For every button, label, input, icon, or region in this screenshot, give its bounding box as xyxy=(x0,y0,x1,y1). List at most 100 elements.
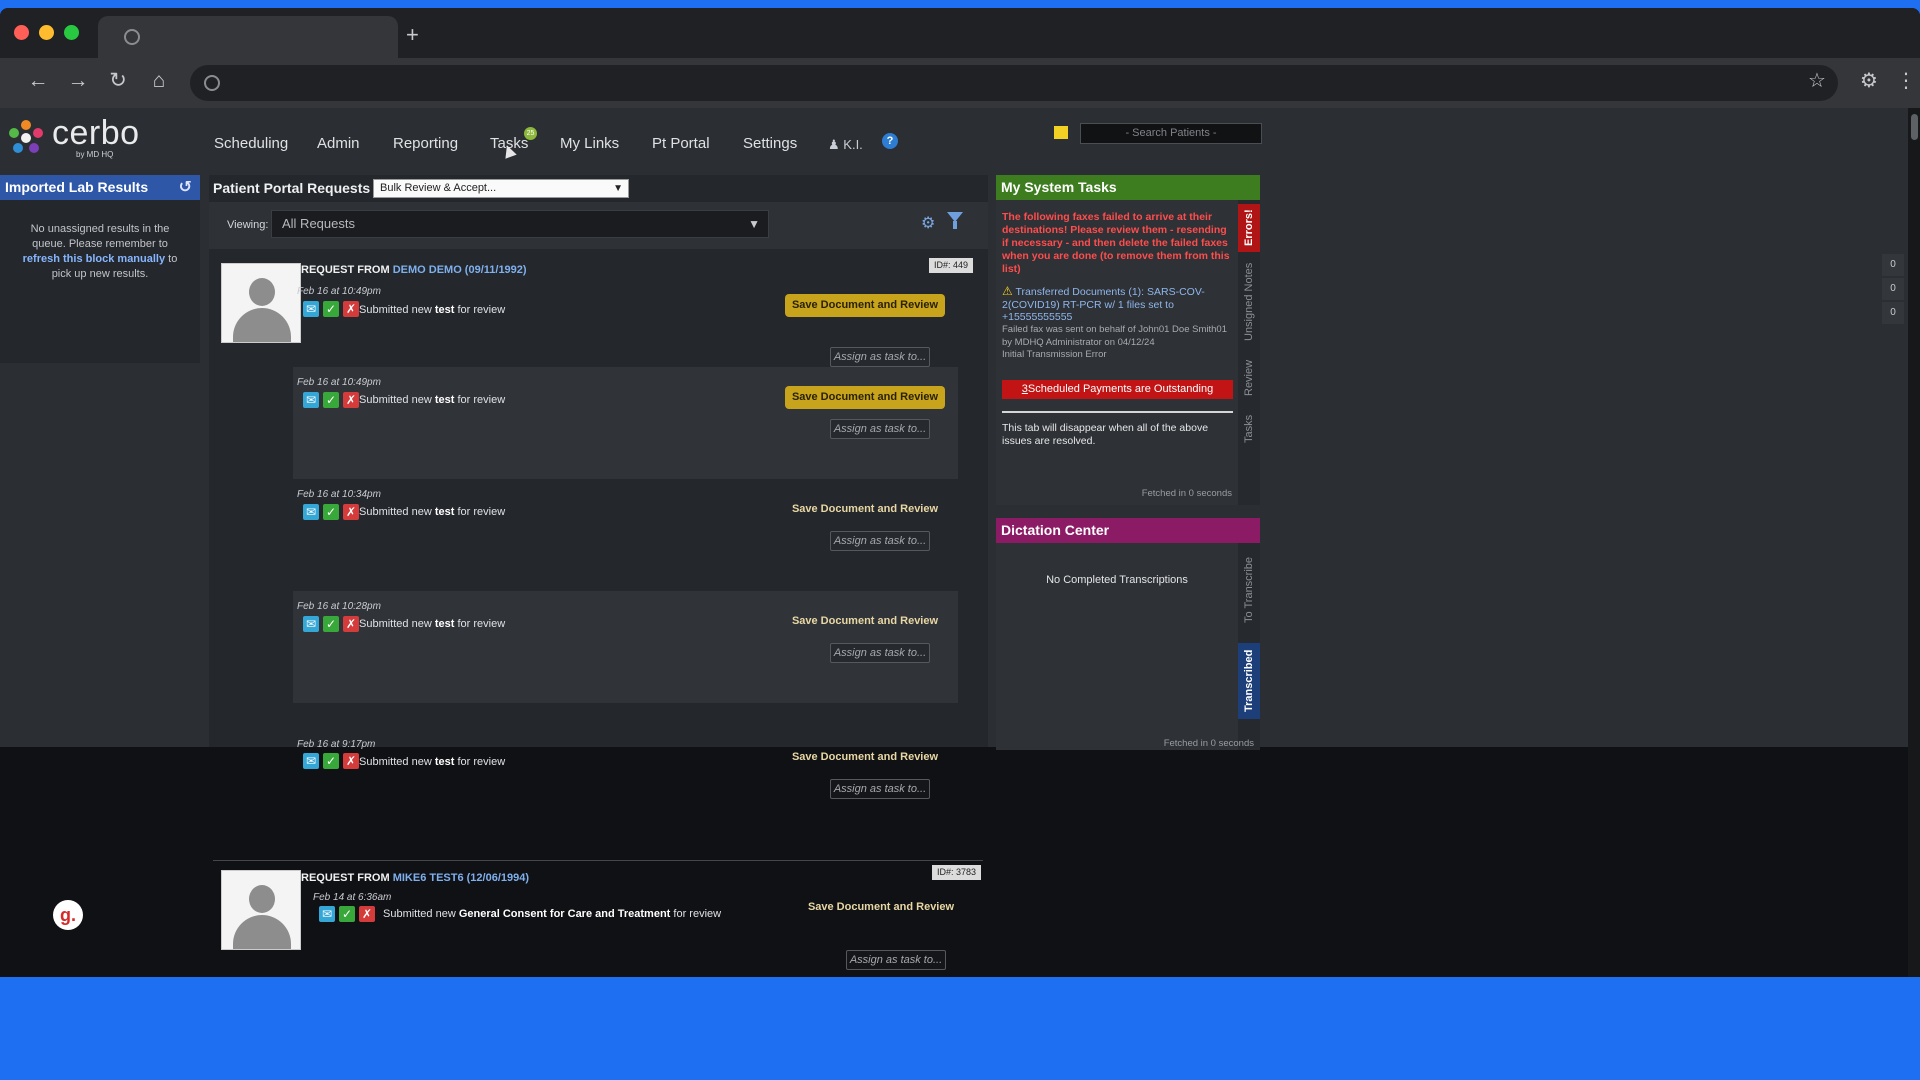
patient-avatar xyxy=(221,263,301,343)
bulk-action-select[interactable]: Bulk Review & Accept... ▼ xyxy=(373,179,629,198)
user-menu[interactable]: ♟ K.I. xyxy=(828,137,863,153)
address-bar[interactable] xyxy=(190,65,1838,101)
accept-icon[interactable]: ✓ xyxy=(323,753,339,769)
cerbo-logo[interactable]: cerbo by MD HQ xyxy=(4,116,144,162)
document-name: test xyxy=(434,304,455,316)
fax-details: Failed fax was sent on behalf of John01 … xyxy=(1002,324,1238,362)
logo-wordmark: cerbo xyxy=(52,114,140,152)
tab-errors[interactable]: Errors! xyxy=(1238,204,1260,252)
home-icon[interactable]: ⌂ xyxy=(146,69,172,93)
counter[interactable]: 0 xyxy=(1882,302,1904,324)
reject-icon[interactable]: ✗ xyxy=(343,301,359,317)
transferred-documents-link[interactable]: ⚠ Transferred Documents (1): SARS-COV-2(… xyxy=(1002,285,1234,324)
nav-admin[interactable]: Admin xyxy=(317,135,360,152)
viewing-filter-bar: Viewing: All Requests ▼ ⚙ xyxy=(209,202,988,249)
help-icon[interactable]: ? xyxy=(882,133,898,149)
tasks-count-badge: 25 xyxy=(524,127,537,140)
chevron-down-icon: ▼ xyxy=(613,183,623,194)
tab-strip: + xyxy=(0,8,1920,58)
tab-transcribed[interactable]: Transcribed xyxy=(1238,643,1260,719)
entry-time: Feb 16 at 10:34pm xyxy=(297,489,381,500)
chevron-down-icon: ▼ xyxy=(748,217,760,231)
assign-task-button[interactable]: Assign as task to... xyxy=(830,347,930,367)
message-icon[interactable]: ✉ xyxy=(303,392,319,408)
counter[interactable]: 0 xyxy=(1882,254,1904,276)
message-icon[interactable]: ✉ xyxy=(303,753,319,769)
reload-icon[interactable]: ↻ xyxy=(105,69,131,93)
nav-scheduling[interactable]: Scheduling xyxy=(214,135,288,152)
extensions-icon[interactable]: ⚙ xyxy=(1860,69,1878,93)
maximize-window-button[interactable] xyxy=(64,25,79,40)
widget-title: My System Tasks xyxy=(996,175,1260,200)
accept-icon[interactable]: ✓ xyxy=(323,504,339,520)
assign-task-button[interactable]: Assign as task to... xyxy=(846,950,946,970)
menu-icon[interactable]: ⋮ xyxy=(1896,69,1916,93)
entry-description: Submitted new General Consent for Care a… xyxy=(383,908,721,920)
logo-flower-icon xyxy=(9,120,43,153)
outstanding-payments-alert[interactable]: 3Scheduled Payments are Outstanding xyxy=(1002,380,1233,399)
accept-icon[interactable]: ✓ xyxy=(323,301,339,317)
nav-settings[interactable]: Settings xyxy=(743,135,797,152)
tab-unsigned-notes[interactable]: Unsigned Notes xyxy=(1238,254,1260,350)
browser-window: + ← → ↻ ⌂ ☆ ⚙ ⋮ cerbo by MD HQ Schedulin… xyxy=(0,8,1920,977)
assign-task-button[interactable]: Assign as task to... xyxy=(830,531,930,551)
g-extension-badge[interactable]: g. xyxy=(53,900,83,930)
tab-to-transcribe[interactable]: To Transcribe xyxy=(1238,545,1260,635)
gear-icon[interactable]: ⚙ xyxy=(921,213,935,233)
new-tab-button[interactable]: + xyxy=(406,24,419,46)
globe-icon xyxy=(204,75,220,91)
fax-detail-line: Initial Transmission Error xyxy=(1002,349,1107,360)
page-scrollbar[interactable] xyxy=(1908,108,1920,977)
save-document-button[interactable]: Save Document and Review xyxy=(785,746,945,769)
save-document-button[interactable]: Save Document and Review xyxy=(801,896,961,919)
request-entry: Feb 16 at 10:49pm ✉ ✓ ✗ Submitted new te… xyxy=(293,367,958,479)
patient-link[interactable]: MIKE6 TEST6 (12/06/1994) xyxy=(393,872,529,884)
nav-pt-portal[interactable]: Pt Portal xyxy=(652,135,710,152)
save-document-button[interactable]: Save Document and Review xyxy=(785,294,945,317)
nav-reporting[interactable]: Reporting xyxy=(393,135,458,152)
message-icon[interactable]: ✉ xyxy=(319,906,335,922)
sticky-note-icon[interactable] xyxy=(1054,126,1068,139)
entry-text-pre: Submitted new xyxy=(359,506,432,518)
save-document-button[interactable]: Save Document and Review xyxy=(785,498,945,521)
document-name: test xyxy=(434,506,455,518)
imported-lab-results-panel: Imported Lab Results ↺ No unassigned res… xyxy=(0,175,200,363)
reject-icon[interactable]: ✗ xyxy=(343,504,359,520)
save-document-button[interactable]: Save Document and Review xyxy=(785,386,945,409)
forward-icon[interactable]: → xyxy=(65,69,91,93)
counter[interactable]: 0 xyxy=(1882,278,1904,300)
patient-avatar xyxy=(221,870,301,950)
reject-icon[interactable]: ✗ xyxy=(343,753,359,769)
reject-icon[interactable]: ✗ xyxy=(343,392,359,408)
request-label: REQUEST FROM xyxy=(301,872,390,884)
search-patients-input[interactable]: - Search Patients - xyxy=(1080,123,1262,144)
tab-tasks[interactable]: Tasks xyxy=(1238,406,1260,452)
message-icon[interactable]: ✉ xyxy=(303,301,319,317)
accept-icon[interactable]: ✓ xyxy=(339,906,355,922)
resolution-note: This tab will disappear when all of the … xyxy=(1002,422,1209,447)
message-icon[interactable]: ✉ xyxy=(303,504,319,520)
tab-review[interactable]: Review xyxy=(1238,352,1260,404)
scrollbar-thumb[interactable] xyxy=(1911,114,1918,140)
request-entry: Feb 16 at 10:49pm ✉ ✓ ✗ Submitted new te… xyxy=(293,253,958,367)
browser-toolbar: ← → ↻ ⌂ ☆ ⚙ ⋮ xyxy=(0,58,1920,108)
viewing-select[interactable]: All Requests ▼ xyxy=(271,210,769,238)
refresh-link[interactable]: refresh this block manually xyxy=(23,253,165,265)
star-icon[interactable]: ☆ xyxy=(1808,69,1826,93)
system-tasks-widget: My System Tasks The following faxes fail… xyxy=(996,175,1260,505)
viewing-label: Viewing: xyxy=(227,219,269,231)
reject-icon[interactable]: ✗ xyxy=(359,906,375,922)
close-window-button[interactable] xyxy=(14,25,29,40)
nav-my-links[interactable]: My Links xyxy=(560,135,619,152)
bulk-action-value: Bulk Review & Accept... xyxy=(380,182,497,194)
assign-task-button[interactable]: Assign as task to... xyxy=(830,419,930,439)
assign-task-button[interactable]: Assign as task to... xyxy=(830,779,930,799)
entry-container: Feb 16 at 9:17pm ✉ ✓ ✗ Submitted new tes… xyxy=(293,731,958,821)
back-icon[interactable]: ← xyxy=(25,69,51,93)
minimize-window-button[interactable] xyxy=(39,25,54,40)
refresh-icon[interactable]: ↺ xyxy=(179,175,192,200)
filter-icon[interactable] xyxy=(947,212,963,229)
warning-icon: ⚠ xyxy=(1002,284,1013,298)
browser-tab[interactable] xyxy=(98,16,398,58)
accept-icon[interactable]: ✓ xyxy=(323,392,339,408)
